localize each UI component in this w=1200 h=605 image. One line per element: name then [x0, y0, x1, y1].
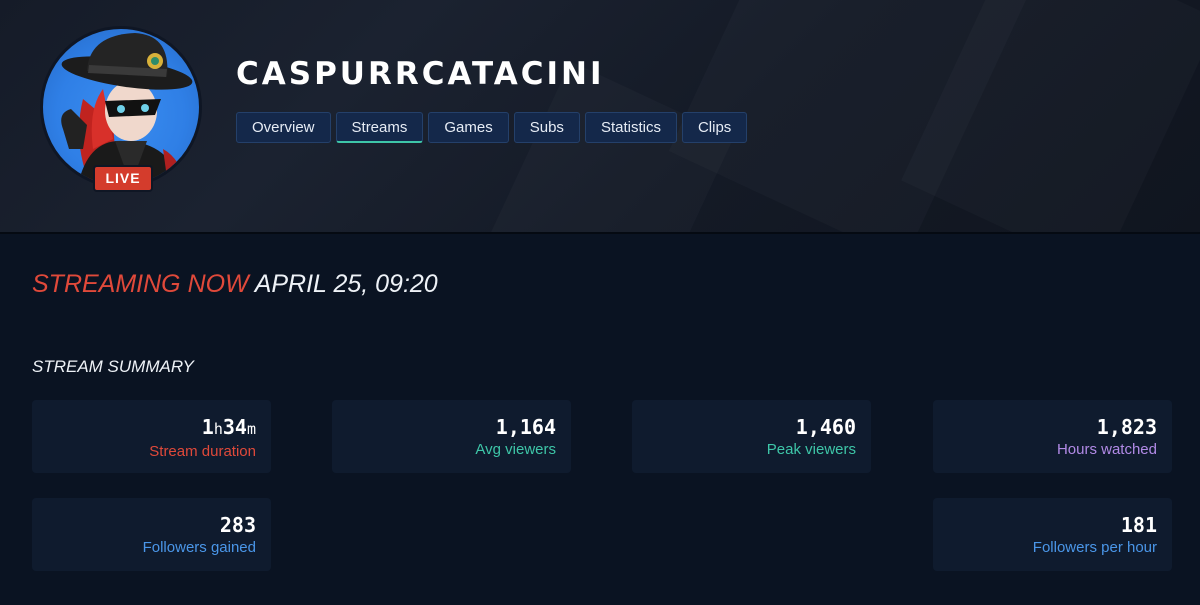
live-badge: LIVE	[93, 165, 153, 192]
stat-label: Stream duration	[149, 443, 256, 460]
stat-value: 283	[219, 513, 256, 537]
stat-label: Followers per hour	[1032, 539, 1157, 556]
tab-overview[interactable]: Overview	[236, 112, 331, 143]
stat-value: 1,460	[795, 415, 856, 439]
tab-games[interactable]: Games	[428, 112, 509, 143]
duration-hours-unit: h	[213, 420, 223, 438]
stream-headline: STREAMING NOW APRIL 25, 09:20	[32, 270, 438, 299]
stat-card-duration: 1h34m Stream duration	[32, 400, 271, 473]
avatar-illustration	[61, 33, 193, 185]
channel-name: CASPURRCATACINI	[236, 56, 605, 92]
tab-clips[interactable]: Clips	[681, 112, 748, 143]
stat-card-peak-viewers: 1,460 Peak viewers	[632, 400, 871, 473]
stat-card-followers-gained: 283 Followers gained	[32, 498, 271, 571]
stat-card-followers-per-hour: 181 Followers per hour	[933, 498, 1172, 571]
tab-subs[interactable]: Subs	[513, 112, 580, 143]
stream-summary-title: STREAM SUMMARY	[32, 357, 194, 376]
stream-start-date: APRIL 25, 09:20	[254, 270, 438, 298]
stat-value: 1,164	[495, 415, 556, 439]
stat-value: 1h34m	[32, 415, 256, 441]
tab-streams[interactable]: Streams	[335, 112, 424, 143]
channel-avatar-wrapper[interactable]: LIVE	[40, 26, 202, 192]
duration-minutes: 34	[222, 415, 247, 439]
stat-value: 181	[1120, 513, 1157, 537]
stat-card-hours-watched: 1,823 Hours watched	[933, 400, 1172, 473]
duration-minutes-unit: m	[246, 420, 256, 438]
stat-label: Hours watched	[1056, 441, 1157, 458]
stat-label: Avg viewers	[475, 441, 556, 458]
stat-label: Peak viewers	[766, 441, 856, 458]
stat-card-avg-viewers: 1,164 Avg viewers	[332, 400, 571, 473]
stat-value: 1,823	[1096, 415, 1157, 439]
channel-tabs: Overview Streams Games Subs Statistics C…	[236, 112, 748, 143]
avatar[interactable]	[40, 26, 202, 188]
tab-statistics[interactable]: Statistics	[584, 112, 677, 143]
duration-hours: 1	[201, 415, 214, 439]
channel-header: LIVE CASPURRCATACINI Overview Streams Ga…	[0, 0, 1200, 234]
streaming-now-label: STREAMING NOW	[32, 270, 249, 298]
stat-label: Followers gained	[142, 539, 256, 556]
